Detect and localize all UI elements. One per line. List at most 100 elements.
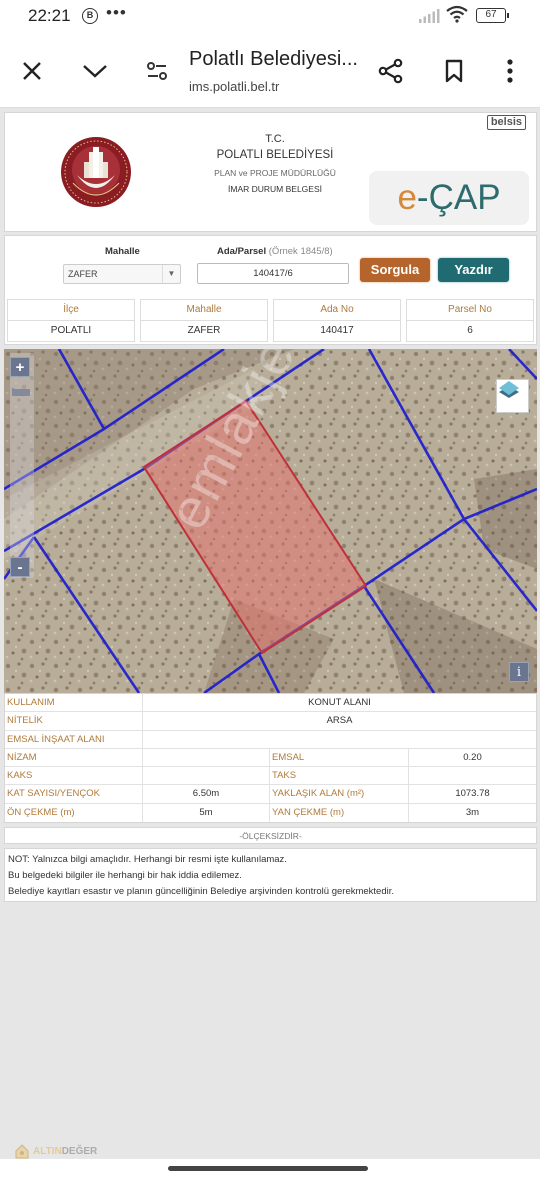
detail-value: 3m	[465, 806, 480, 818]
detail-key: TAKS	[270, 767, 409, 785]
brand-part2: DEĞER	[61, 1145, 98, 1157]
detail-key: EMSAL İNŞAAT ALANI	[5, 730, 143, 748]
scale-note: -ÖLÇEKSİZDİR-	[4, 827, 537, 844]
web-page: T.C. POLATLI BELEDİYESİ PLAN ve PROJE MÜ…	[0, 108, 540, 1158]
mahalle-select-value: ZAFER	[68, 269, 98, 279]
column-header: Mahalle	[141, 300, 267, 321]
column-value: ZAFER	[187, 325, 221, 336]
detail-value: ARSA	[326, 715, 353, 727]
bookmark-icon	[445, 59, 463, 83]
dropdown-arrow-icon[interactable]: ▼	[162, 265, 180, 283]
detail-row: NİZAM EMSAL 0.20	[5, 748, 536, 768]
chevron-down-icon	[83, 65, 107, 78]
satellite-imagery	[4, 349, 537, 693]
detail-value	[143, 731, 536, 748]
more-vert-icon	[507, 59, 513, 83]
close-icon	[23, 62, 41, 80]
ada-parsel-input[interactable]: 140417/6	[197, 263, 349, 284]
house-icon	[15, 1144, 29, 1159]
signal-icon	[419, 9, 440, 23]
more-notifications-icon: •••	[106, 3, 127, 22]
detail-row-nitelik: NİTELİK ARSA	[5, 712, 536, 731]
brand-watermark: ALTINDEĞER	[14, 1143, 97, 1159]
ada-parsel-label-text: Ada/Parsel	[217, 246, 267, 257]
layers-button[interactable]	[496, 379, 529, 413]
detail-key: YAN ÇEKME (m)	[270, 803, 409, 823]
parcel-info-table: İlçe POLATLI Mahalle ZAFER Ada No 140417…	[7, 299, 534, 342]
detail-row: KAKS TAKS	[5, 767, 536, 786]
zoom-in-button[interactable]: +	[10, 357, 30, 377]
detail-key: KAT SAYISI/YENÇOK	[5, 785, 143, 803]
zoom-out-button[interactable]: -	[10, 557, 30, 577]
mahalle-select[interactable]: ZAFER ▼	[63, 264, 181, 284]
note-line: Bu belgedeki bilgiler ile herhangi bir h…	[8, 870, 242, 881]
page-settings-button[interactable]	[140, 54, 174, 88]
parcel-info-ada-no: Ada No 140417	[273, 299, 401, 342]
detail-row: ÖN ÇEKME (m) 5m YAN ÇEKME (m) 3m	[5, 803, 536, 823]
column-header: İlçe	[8, 300, 134, 321]
detail-value: 5m	[143, 803, 270, 823]
column-header: Ada No	[274, 300, 400, 321]
ecap-suffix: -ÇAP	[416, 178, 501, 217]
zoom-slider-track[interactable]	[10, 353, 34, 578]
detail-key: EMSAL	[270, 748, 409, 767]
detail-value	[143, 767, 270, 785]
parcel-map[interactable]: emlakjet.com + - i	[4, 349, 537, 693]
close-button[interactable]	[15, 54, 49, 88]
municipality-logo	[61, 137, 131, 207]
page-url[interactable]: ims.polatli.bel.tr	[189, 79, 279, 94]
detail-row-emsal-insaat: EMSAL İNŞAAT ALANI	[5, 730, 536, 749]
belsis-logo: belsis	[486, 115, 526, 130]
wifi-icon	[446, 5, 468, 23]
status-bar: 22:21 B ••• 67	[0, 0, 540, 34]
parcel-info-ilce: İlçe POLATLI	[7, 299, 135, 342]
bookmark-button[interactable]	[437, 54, 471, 88]
detail-key: KAKS	[5, 767, 143, 785]
document-header: T.C. POLATLI BELEDİYESİ PLAN ve PROJE MÜ…	[4, 112, 537, 232]
sorgula-button[interactable]: Sorgula	[360, 258, 430, 282]
detail-value: 0.20	[463, 751, 482, 763]
detail-key: NİZAM	[5, 748, 143, 767]
header-municipality: POLATLI BELEDİYESİ	[216, 149, 334, 161]
more-options-button[interactable]	[493, 54, 527, 88]
detail-key: ÖN ÇEKME (m)	[5, 803, 143, 823]
detail-value	[143, 748, 270, 767]
note-line: Belediye kayıtları esastır ve planın gün…	[8, 886, 395, 897]
mahalle-label: Mahalle	[105, 246, 140, 257]
detail-row: KAT SAYISI/YENÇOK 6.50m YAKLAŞIK ALAN (m…	[5, 785, 536, 804]
column-header: Parsel No	[407, 300, 533, 321]
ada-parsel-label: Ada/Parsel (Örnek 1845/8)	[217, 246, 333, 257]
search-panel: Mahalle Ada/Parsel (Örnek 1845/8) ZAFER …	[4, 235, 537, 345]
page-title[interactable]: Polatlı Belediyesi...	[189, 48, 358, 71]
layers-icon	[499, 381, 519, 398]
brand-name: ALTINDEĞER	[33, 1146, 97, 1157]
column-value: POLATLI	[50, 325, 92, 336]
detail-key: NİTELİK	[5, 712, 143, 730]
disclaimer-notes: NOT: Yalnızca bilgi amaçlıdır. Herhangi …	[4, 848, 537, 902]
ecap-logo: e-ÇAP	[369, 171, 529, 225]
browser-toolbar: Polatlı Belediyesi... ims.polatli.bel.tr	[0, 34, 540, 108]
battery-icon: 67	[476, 8, 509, 23]
page-settings-icon	[147, 62, 167, 80]
clock: 22:21	[28, 6, 71, 25]
detail-value	[409, 767, 536, 784]
parcel-info-mahalle: Mahalle ZAFER	[140, 299, 268, 342]
parcel-info-parsel-no: Parsel No 6	[406, 299, 534, 342]
column-value: 6	[467, 325, 473, 336]
zoning-details-table: KULLANIM KONUT ALANI NİTELİK ARSA EMSAL …	[4, 693, 537, 824]
yazdir-button[interactable]: Yazdır	[438, 258, 509, 282]
detail-key: KULLANIM	[5, 694, 143, 712]
zoom-slider-handle[interactable]	[12, 389, 30, 396]
detail-row-kullanim: KULLANIM KONUT ALANI	[5, 694, 536, 713]
collapse-button[interactable]	[78, 54, 112, 88]
gesture-navigation-bar	[0, 1159, 540, 1180]
ada-parsel-hint: (Örnek 1845/8)	[268, 246, 333, 257]
note-line: NOT: Yalnızca bilgi amaçlıdır. Herhangi …	[8, 854, 287, 865]
header-tc: T.C.	[265, 133, 285, 145]
detail-value: 6.50m	[143, 785, 270, 803]
home-gesture-handle[interactable]	[168, 1166, 368, 1171]
share-button[interactable]	[374, 54, 408, 88]
notification-b-icon: B	[82, 8, 98, 24]
share-icon	[378, 58, 403, 84]
map-info-button[interactable]: i	[509, 662, 529, 682]
